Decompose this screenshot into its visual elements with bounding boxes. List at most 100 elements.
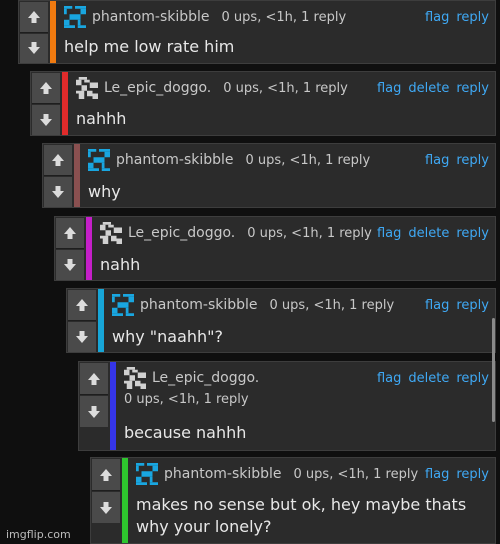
- vote-controls: [55, 217, 85, 280]
- upvote-button[interactable]: [20, 2, 48, 33]
- comment-meta: 0 ups, <1h, 1 reply: [245, 152, 371, 168]
- downvote-button[interactable]: [80, 396, 108, 427]
- arrow-up-icon: [98, 467, 114, 483]
- flag-link[interactable]: flag: [377, 371, 401, 386]
- upvote-button[interactable]: [92, 459, 120, 491]
- upvote-button[interactable]: [32, 73, 60, 104]
- scrollbar[interactable]: [492, 318, 495, 422]
- comment: Le_epic_doggo. flag delete reply 0 ups, …: [78, 361, 496, 451]
- user-avatar-icon[interactable]: [100, 222, 122, 244]
- arrow-down-icon: [62, 257, 78, 273]
- comment-header: Le_epic_doggo. 0 ups, <1h, 1 reply flag …: [100, 221, 489, 245]
- reply-link[interactable]: reply: [456, 371, 489, 386]
- reply-link[interactable]: reply: [456, 226, 489, 241]
- arrow-down-icon: [74, 329, 90, 345]
- comment: phantom-skibble 0 ups, <1h, 1 reply flag…: [66, 288, 496, 353]
- comment-body: phantom-skibble 0 ups, <1h, 1 reply flag…: [128, 458, 495, 543]
- reply-link[interactable]: reply: [456, 10, 489, 25]
- vote-controls: [31, 72, 61, 135]
- comment-body: phantom-skibble 0 ups, <1h, 1 reply flag…: [104, 289, 495, 352]
- comment-actions: flag reply: [425, 153, 489, 168]
- reply-link[interactable]: reply: [456, 467, 489, 482]
- comment-meta: 0 ups, <1h, 1 reply: [269, 297, 395, 313]
- reply-link[interactable]: reply: [456, 153, 489, 168]
- user-avatar-icon[interactable]: [88, 149, 110, 171]
- comment-text: because nahhh: [124, 423, 247, 442]
- comment-text: why "naahh"?: [112, 327, 224, 346]
- arrow-down-icon: [26, 40, 42, 56]
- comment-header: Le_epic_doggo. flag delete reply: [124, 366, 489, 390]
- username[interactable]: phantom-skibble: [164, 466, 282, 482]
- comment-meta: 0 ups, <1h, 1 reply: [124, 392, 249, 407]
- comment-header: phantom-skibble 0 ups, <1h, 1 reply flag…: [88, 148, 489, 172]
- downvote-button[interactable]: [32, 105, 60, 135]
- reply-link[interactable]: reply: [456, 298, 489, 313]
- comment-text-line: why your lonely?: [136, 517, 272, 536]
- username[interactable]: phantom-skibble: [92, 9, 210, 25]
- vote-controls: [19, 1, 49, 63]
- downvote-button[interactable]: [68, 322, 96, 352]
- username[interactable]: Le_epic_doggo.: [152, 370, 259, 386]
- vote-controls: [67, 289, 97, 352]
- upvote-button[interactable]: [68, 290, 96, 321]
- upvote-button[interactable]: [80, 363, 108, 395]
- arrow-up-icon: [62, 225, 78, 241]
- arrow-up-icon: [26, 9, 42, 25]
- flag-link[interactable]: flag: [377, 226, 401, 241]
- flag-link[interactable]: flag: [425, 467, 449, 482]
- comment-body: phantom-skibble 0 ups, <1h, 1 reply flag…: [56, 1, 495, 63]
- comment-text: help me low rate him: [64, 37, 235, 56]
- comment: phantom-skibble 0 ups, <1h, 1 reply flag…: [42, 143, 496, 208]
- vote-controls: [79, 362, 109, 450]
- comment-body: phantom-skibble 0 ups, <1h, 1 reply flag…: [80, 144, 495, 207]
- comment-actions: flag delete reply: [377, 226, 489, 241]
- delete-link[interactable]: delete: [408, 226, 449, 241]
- username[interactable]: phantom-skibble: [140, 297, 258, 313]
- flag-link[interactable]: flag: [377, 81, 401, 96]
- user-avatar-icon[interactable]: [124, 367, 146, 389]
- reply-link[interactable]: reply: [456, 81, 489, 96]
- downvote-button[interactable]: [20, 33, 48, 63]
- username[interactable]: Le_epic_doggo.: [104, 80, 211, 96]
- comment-actions: flag reply: [425, 10, 489, 25]
- username[interactable]: phantom-skibble: [116, 152, 234, 168]
- user-avatar-icon[interactable]: [112, 294, 134, 316]
- comment-header: Le_epic_doggo. 0 ups, <1h, 1 reply flag …: [76, 76, 489, 100]
- comment-body: Le_epic_doggo. flag delete reply 0 ups, …: [116, 362, 495, 450]
- arrow-down-icon: [50, 184, 66, 200]
- comment: phantom-skibble 0 ups, <1h, 1 reply flag…: [90, 457, 496, 544]
- comment-body: Le_epic_doggo. 0 ups, <1h, 1 reply flag …: [92, 217, 495, 280]
- arrow-down-icon: [86, 404, 102, 420]
- comment-text: nahh: [100, 255, 141, 274]
- comment-text-line: makes no sense but ok, hey maybe thats: [136, 495, 467, 514]
- vote-controls: [91, 458, 121, 543]
- delete-link[interactable]: delete: [408, 81, 449, 96]
- downvote-button[interactable]: [92, 492, 120, 523]
- comment-header: phantom-skibble 0 ups, <1h, 1 reply flag…: [64, 5, 489, 29]
- comment-actions: flag delete reply: [377, 371, 489, 386]
- comment-meta: 0 ups, <1h, 1 reply: [223, 80, 348, 96]
- downvote-button[interactable]: [56, 250, 84, 280]
- upvote-button[interactable]: [56, 218, 84, 249]
- comment: phantom-skibble 0 ups, <1h, 1 reply flag…: [18, 0, 496, 64]
- arrow-up-icon: [50, 152, 66, 168]
- comment-actions: flag reply: [425, 298, 489, 313]
- flag-link[interactable]: flag: [425, 153, 449, 168]
- delete-link[interactable]: delete: [408, 371, 449, 386]
- comment-body: Le_epic_doggo. 0 ups, <1h, 1 reply flag …: [68, 72, 495, 135]
- user-avatar-icon[interactable]: [136, 463, 158, 485]
- user-avatar-icon[interactable]: [64, 6, 86, 28]
- arrow-up-icon: [86, 371, 102, 387]
- downvote-button[interactable]: [44, 177, 72, 207]
- arrow-down-icon: [98, 500, 114, 516]
- flag-link[interactable]: flag: [425, 10, 449, 25]
- comment-actions: flag delete reply: [377, 81, 489, 96]
- comment-actions: flag reply: [425, 467, 489, 482]
- comment-meta: 0 ups, <1h, 1 reply: [247, 225, 372, 241]
- username[interactable]: Le_epic_doggo.: [128, 225, 235, 241]
- flag-link[interactable]: flag: [425, 298, 449, 313]
- arrow-up-icon: [38, 80, 54, 96]
- user-avatar-icon[interactable]: [76, 77, 98, 99]
- upvote-button[interactable]: [44, 145, 72, 176]
- comment-text: makes no sense but ok, hey maybe thats w…: [136, 494, 489, 538]
